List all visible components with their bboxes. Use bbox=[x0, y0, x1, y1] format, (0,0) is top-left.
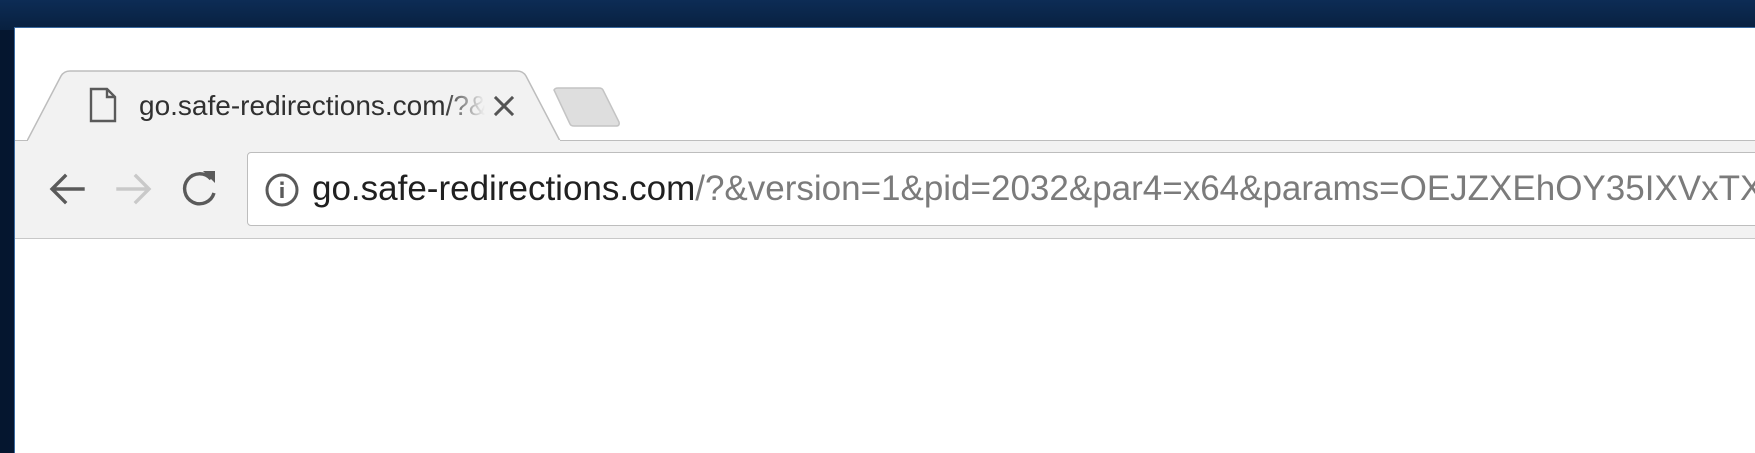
forward-arrow-icon[interactable] bbox=[106, 162, 160, 216]
browser-window: go.safe-redirections.com/?&version=1&pid… bbox=[14, 27, 1755, 453]
page-content bbox=[15, 239, 1755, 453]
active-tab[interactable]: go.safe-redirections.com/?&version=1&pid… bbox=[27, 70, 561, 142]
info-icon[interactable] bbox=[264, 172, 300, 208]
desktop-background bbox=[0, 0, 1755, 30]
document-icon bbox=[89, 87, 117, 123]
browser-toolbar: go.safe-redirections.com/?&version=1&pid… bbox=[15, 141, 1755, 239]
address-bar[interactable]: go.safe-redirections.com/?&version=1&pid… bbox=[247, 152, 1755, 226]
url-path: /?&version=1&pid=2032&par4=x64&params=OE… bbox=[695, 169, 1755, 208]
tab-strip: go.safe-redirections.com/?&version=1&pid… bbox=[15, 28, 1755, 142]
new-tab-button[interactable] bbox=[535, 86, 625, 130]
tab-title: go.safe-redirections.com/?&version=1&pid… bbox=[139, 90, 485, 121]
reload-icon[interactable] bbox=[173, 162, 227, 216]
close-icon[interactable] bbox=[487, 89, 521, 123]
url-host: go.safe-redirections.com bbox=[312, 169, 696, 208]
url-text: go.safe-redirections.com/?&version=1&pid… bbox=[312, 167, 1755, 211]
back-arrow-icon[interactable] bbox=[41, 162, 95, 216]
